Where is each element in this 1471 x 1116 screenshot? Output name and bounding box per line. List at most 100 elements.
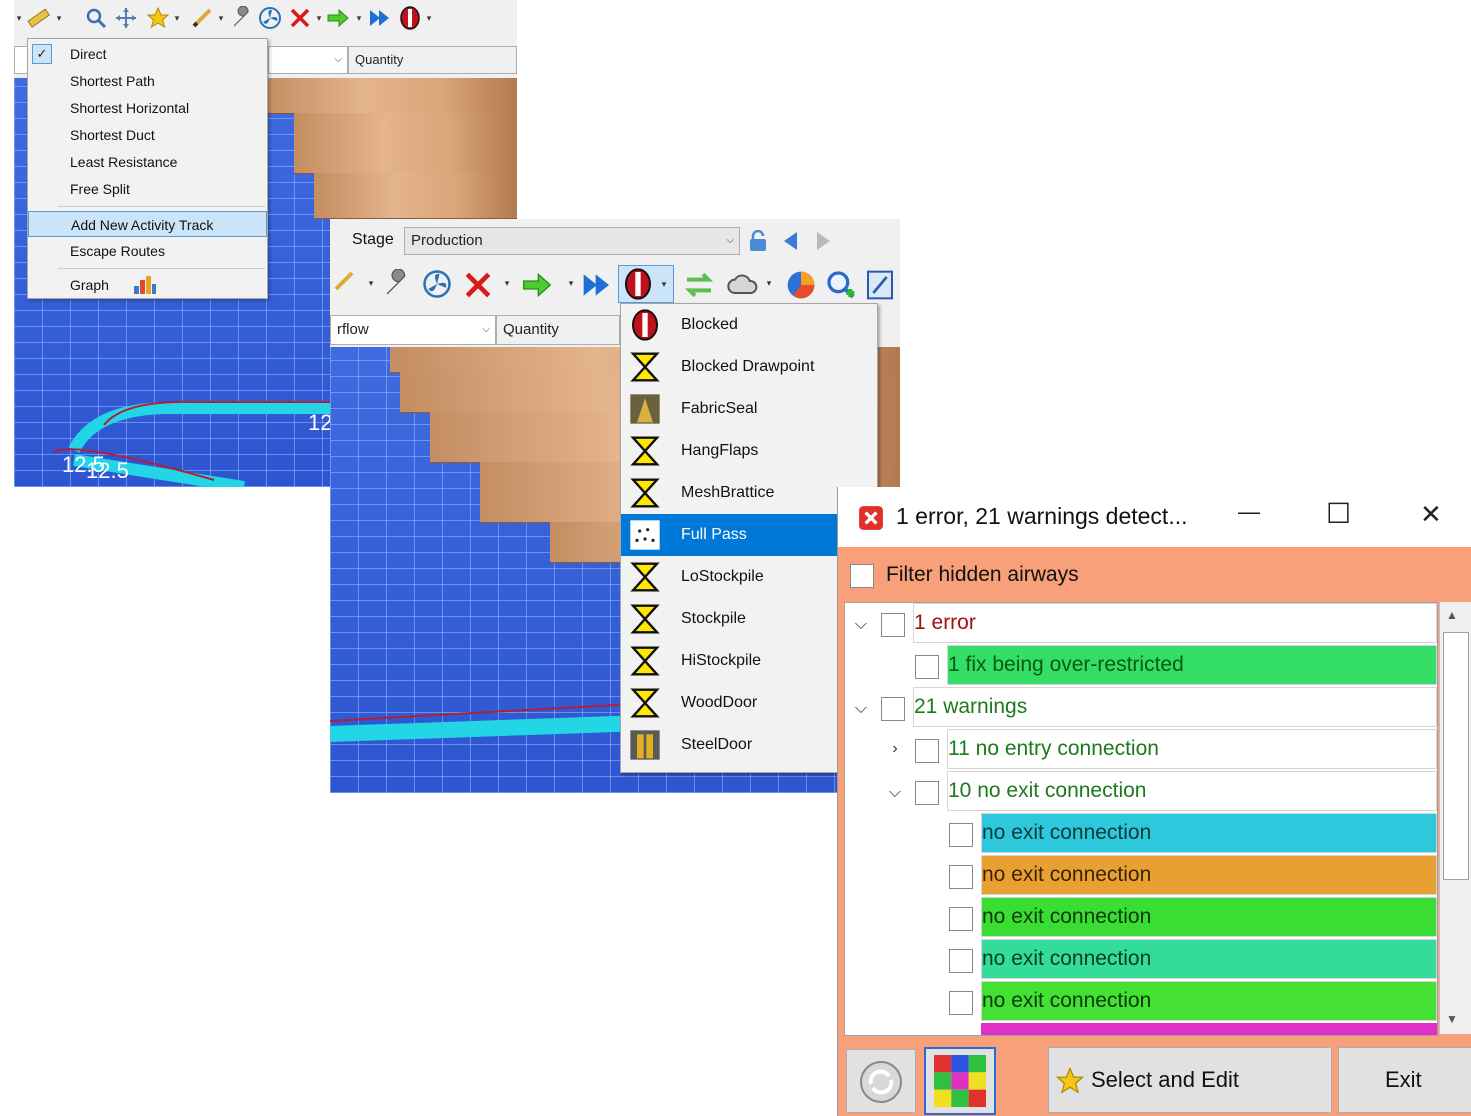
cloud-icon[interactable] bbox=[726, 269, 760, 301]
zoom-add-icon[interactable] bbox=[824, 269, 858, 301]
stopping-menu-screenshot: Stage Production ⌵ ▾ ▾ ▾ ▾ ▾ rflow ⌵ Quant… bbox=[330, 219, 900, 793]
menu-item-hangflaps[interactable]: HangFlaps bbox=[621, 430, 877, 472]
delete-x-icon[interactable] bbox=[288, 6, 312, 30]
refresh-button[interactable] bbox=[846, 1049, 916, 1113]
menu-item-free-split[interactable]: Free Split bbox=[28, 176, 267, 202]
close-button[interactable]: ✕ bbox=[1420, 499, 1442, 530]
blocked-icon[interactable] bbox=[398, 6, 422, 30]
warnings-tree[interactable]: ⌵ 1 error 1 fix being over-restricted ⌵ … bbox=[844, 602, 1438, 1036]
tree-row-no-exit[interactable]: no exit connection bbox=[981, 855, 1437, 895]
minimize-button[interactable]: — bbox=[1238, 499, 1260, 525]
fan-icon[interactable] bbox=[422, 269, 452, 299]
tree-scrollbar[interactable]: ▲ ▼ bbox=[1439, 602, 1471, 1034]
row-checkbox[interactable] bbox=[881, 613, 905, 637]
dropdown-arrow[interactable]: ▾ bbox=[764, 271, 774, 295]
dropdown-arrow[interactable]: ▾ bbox=[314, 6, 324, 30]
menu-item-shortest-duct[interactable]: Shortest Duct bbox=[28, 122, 267, 148]
wrench-icon[interactable] bbox=[230, 6, 254, 30]
tree-row-no-exit[interactable]: no exit connection bbox=[981, 813, 1437, 853]
stopping-dropdown-button[interactable]: ▾ bbox=[618, 265, 674, 303]
row-checkbox[interactable] bbox=[915, 781, 939, 805]
dropdown-arrow[interactable]: ▾ bbox=[14, 6, 24, 30]
menu-item-blocked[interactable]: Blocked bbox=[621, 304, 877, 346]
chevron-down-icon[interactable]: ⌵ bbox=[851, 689, 871, 729]
filter-hidden-checkbox[interactable] bbox=[850, 564, 874, 588]
row-checkbox[interactable] bbox=[949, 907, 973, 931]
row-checkbox[interactable] bbox=[881, 697, 905, 721]
dropdown-arrow[interactable]: ▾ bbox=[172, 6, 182, 30]
dropdown-arrow[interactable]: ▾ bbox=[366, 271, 376, 295]
menu-item-shortest-path[interactable]: Shortest Path bbox=[28, 68, 267, 94]
calculator-icon[interactable] bbox=[864, 269, 896, 301]
pencil-icon[interactable] bbox=[190, 6, 214, 30]
tree-row-errors[interactable]: 1 error bbox=[913, 603, 1437, 643]
scroll-down-icon[interactable]: ▼ bbox=[1446, 1012, 1458, 1026]
scroll-up-icon[interactable]: ▲ bbox=[1446, 608, 1458, 622]
wrench-icon[interactable] bbox=[382, 269, 412, 299]
menu-item-fabricseal[interactable]: FabricSeal bbox=[621, 388, 877, 430]
dropdown-arrow[interactable]: ▾ bbox=[216, 6, 226, 30]
previous-arrow-icon[interactable] bbox=[784, 232, 798, 250]
tree-row-no-exit-group[interactable]: 10 no exit connection bbox=[947, 771, 1437, 811]
left-combo-fragment[interactable] bbox=[14, 46, 28, 74]
double-arrow-icon[interactable] bbox=[368, 6, 392, 30]
double-arrow-icon[interactable] bbox=[580, 269, 614, 301]
exit-button[interactable]: Exit bbox=[1338, 1047, 1471, 1113]
maximize-button[interactable]: ☐ bbox=[1326, 497, 1351, 530]
dropdown-arrow[interactable]: ▾ bbox=[54, 6, 64, 30]
chevron-down-icon[interactable]: ⌵ bbox=[851, 605, 871, 645]
airflow-combo[interactable]: ⌵ bbox=[268, 46, 348, 74]
swap-arrows-icon[interactable] bbox=[682, 269, 716, 301]
row-checkbox[interactable] bbox=[949, 949, 973, 973]
select-and-edit-button[interactable]: Select and Edit bbox=[1048, 1047, 1332, 1113]
green-arrow-icon[interactable] bbox=[326, 6, 350, 30]
dropdown-arrow[interactable]: ▾ bbox=[566, 271, 576, 295]
menu-item-graph[interactable]: Graph bbox=[28, 272, 267, 298]
tree-row-partial[interactable] bbox=[981, 1023, 1437, 1035]
tree-row-warnings[interactable]: 21 warnings bbox=[913, 687, 1437, 727]
menu-item-shortest-horizontal[interactable]: Shortest Horizontal bbox=[28, 95, 267, 121]
row-checkbox[interactable] bbox=[915, 739, 939, 763]
dropdown-arrow[interactable]: ▾ bbox=[354, 6, 364, 30]
color-mode-button[interactable] bbox=[924, 1047, 996, 1115]
menu-item-add-activity-track[interactable]: Add New Activity Track bbox=[28, 211, 267, 237]
row-checkbox[interactable] bbox=[949, 865, 973, 889]
quantity-combo[interactable]: Quantity bbox=[496, 315, 620, 345]
fabric-seal-icon bbox=[630, 394, 660, 424]
tree-row-no-entry[interactable]: 11 no entry connection bbox=[947, 729, 1437, 769]
chevron-down-icon[interactable]: ⌵ bbox=[885, 773, 905, 813]
magnifier-icon[interactable] bbox=[84, 6, 108, 30]
tree-row-no-exit[interactable]: no exit connection bbox=[981, 939, 1437, 979]
stage-combo[interactable]: Production ⌵ bbox=[404, 227, 740, 255]
lock-icon[interactable] bbox=[748, 230, 768, 252]
tree-row-fix-over-restricted[interactable]: 1 fix being over-restricted bbox=[947, 645, 1437, 685]
menu-item-blocked-drawpoint[interactable]: Blocked Drawpoint bbox=[621, 346, 877, 388]
pie-chart-icon[interactable] bbox=[784, 269, 818, 301]
tree-row-no-exit[interactable]: no exit connection bbox=[981, 897, 1437, 937]
hourglass-icon bbox=[630, 646, 660, 676]
dialog-titlebar: 1 error, 21 warnings detect... — ☐ ✕ bbox=[838, 487, 1471, 547]
delete-x-icon[interactable] bbox=[462, 269, 494, 301]
row-checkbox[interactable] bbox=[915, 655, 939, 679]
dropdown-arrow: ▾ bbox=[661, 279, 667, 289]
ruler-icon[interactable] bbox=[26, 6, 50, 30]
chevron-right-icon[interactable]: › bbox=[885, 729, 905, 769]
tree-row-no-exit[interactable]: no exit connection bbox=[981, 981, 1437, 1021]
menu-item-direct[interactable]: ✓ Direct bbox=[28, 41, 267, 67]
scroll-thumb[interactable] bbox=[1443, 632, 1469, 880]
airflow-combo[interactable]: rflow ⌵ bbox=[330, 315, 496, 345]
dropdown-arrow[interactable]: ▾ bbox=[424, 6, 434, 30]
star-icon[interactable] bbox=[146, 6, 170, 30]
menu-item-escape-routes[interactable]: Escape Routes bbox=[28, 238, 267, 264]
row-checkbox[interactable] bbox=[949, 823, 973, 847]
row-checkbox[interactable] bbox=[949, 991, 973, 1015]
pencil-icon[interactable] bbox=[332, 269, 356, 293]
quantity-combo[interactable]: Quantity bbox=[348, 46, 517, 74]
green-arrow-icon[interactable] bbox=[520, 269, 554, 301]
move-icon[interactable] bbox=[114, 6, 138, 30]
fan-icon[interactable] bbox=[258, 6, 282, 30]
menu-item-least-resistance[interactable]: Least Resistance bbox=[28, 149, 267, 175]
hourglass-icon bbox=[630, 562, 660, 592]
dropdown-arrow[interactable]: ▾ bbox=[502, 271, 512, 295]
next-arrow-icon[interactable] bbox=[816, 232, 830, 250]
